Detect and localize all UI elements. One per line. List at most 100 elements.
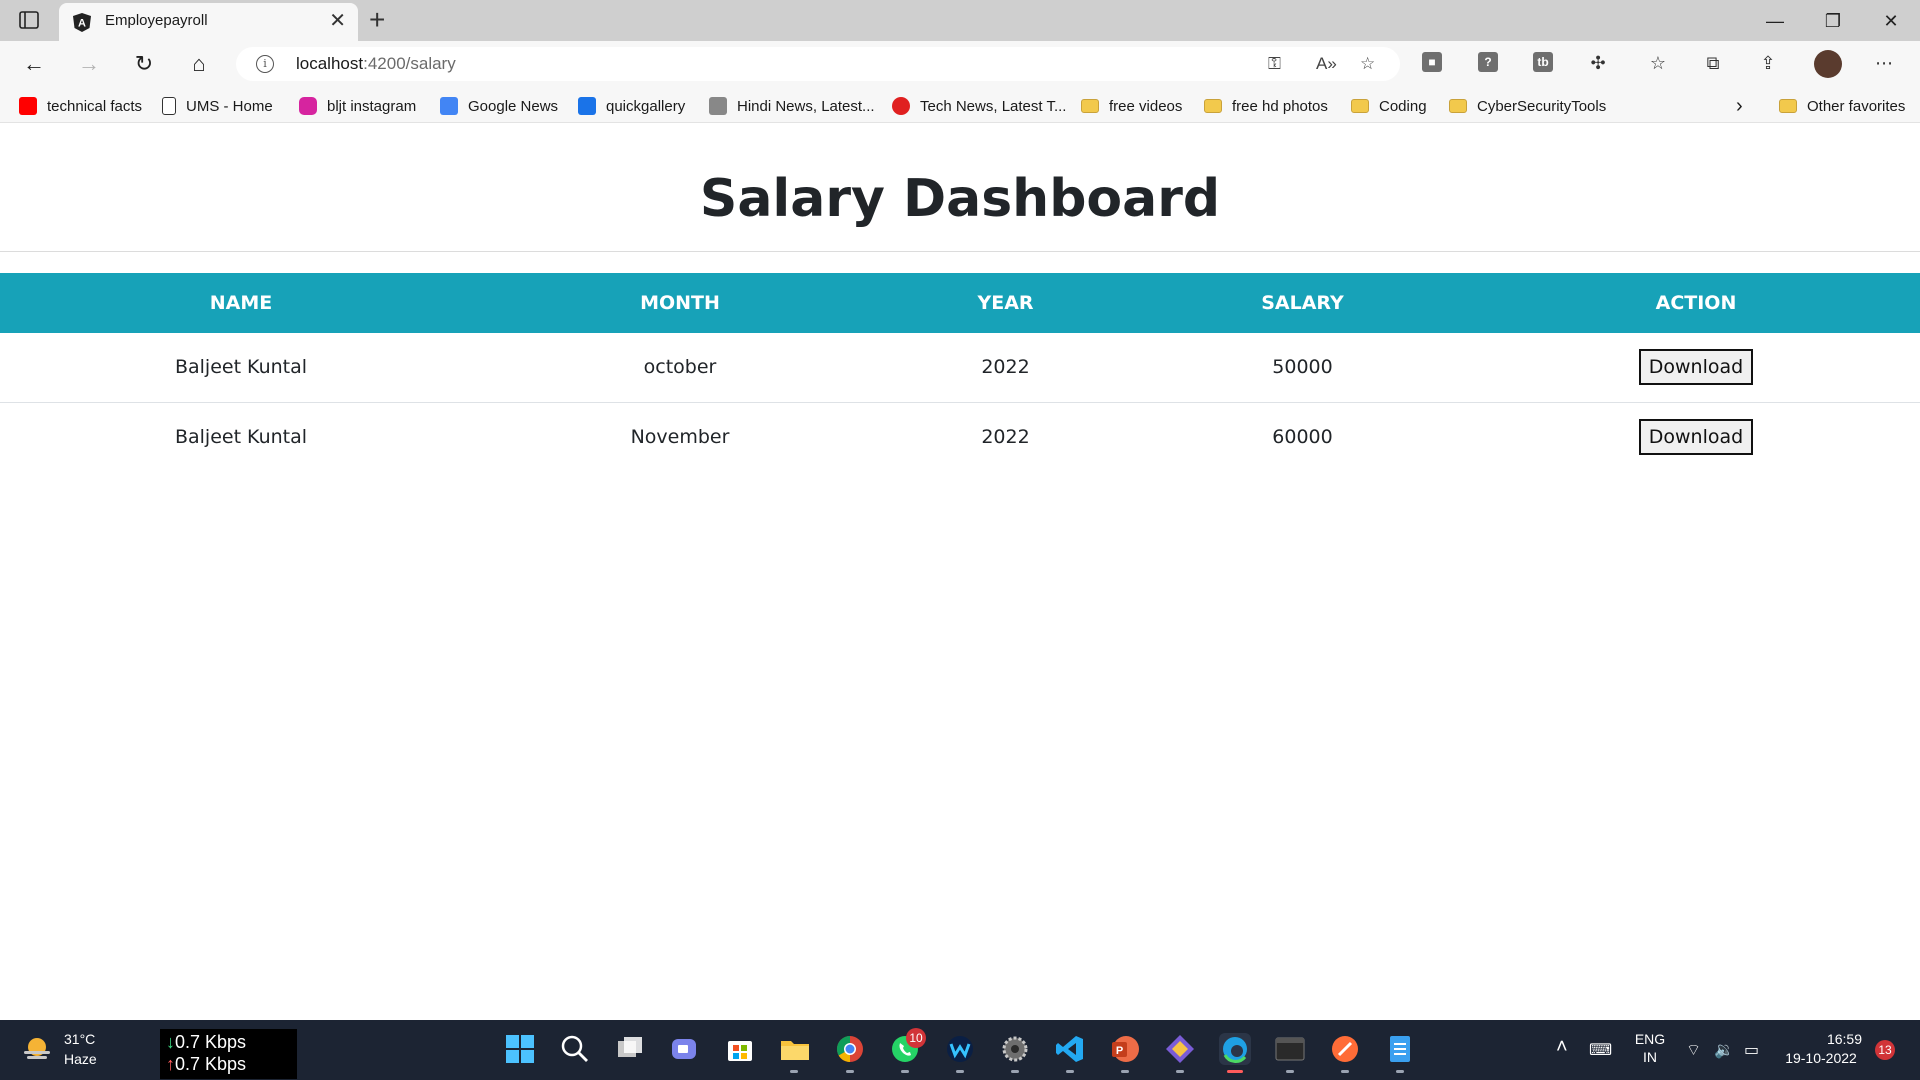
favorite-item[interactable]: Tech News, Latest T... <box>892 96 1066 116</box>
weather-description: Haze <box>64 1051 97 1067</box>
favorite-folder[interactable]: Coding <box>1351 96 1427 116</box>
favorite-item[interactable]: quickgallery <box>578 96 685 116</box>
extension-icon[interactable]: ■ <box>1422 52 1442 72</box>
weather-haze-icon[interactable] <box>22 1036 52 1062</box>
tab-actions-icon[interactable] <box>18 10 42 30</box>
folder-icon <box>1779 99 1797 113</box>
settings-gear-icon[interactable] <box>999 1033 1031 1065</box>
search-icon[interactable] <box>559 1033 591 1065</box>
url-text: localhost:4200/salary <box>296 54 456 73</box>
favorite-item[interactable]: Google News <box>440 96 558 116</box>
cell-year: 2022 <box>981 425 1030 448</box>
column-header-year: YEAR <box>878 273 1133 333</box>
favorite-folder[interactable]: free hd photos <box>1204 96 1328 116</box>
cell-salary: 50000 <box>1133 333 1472 403</box>
read-aloud-icon[interactable]: A» <box>1316 54 1337 74</box>
notepad-icon[interactable] <box>1384 1033 1416 1065</box>
file-explorer-icon[interactable] <box>779 1033 811 1065</box>
show-hidden-icons-chevron-icon[interactable]: ˄ <box>1556 1036 1568 1059</box>
clock-time: 16:59 <box>1826 1031 1862 1047</box>
forward-icon[interactable]: → <box>73 49 105 79</box>
site-info-icon[interactable]: i <box>256 55 274 73</box>
salary-table: NAME MONTH YEAR SALARY ACTION Baljeet Ku… <box>0 273 1920 471</box>
taskbar: 31°C Haze ↓0.7 Kbps ↑0.7 Kbps 10 P ˄ ⌨ E… <box>0 1020 1920 1080</box>
cell-name: Baljeet Kuntal <box>0 333 482 403</box>
home-icon[interactable]: ⌂ <box>183 49 215 79</box>
camera-icon <box>578 97 596 115</box>
instagram-icon <box>299 97 317 115</box>
postman-icon[interactable] <box>1329 1033 1361 1065</box>
download-button[interactable]: Download <box>1638 418 1754 455</box>
favorite-item[interactable]: bljt instagram <box>299 96 416 116</box>
clock[interactable]: 16:59 19-10-2022 <box>1780 1031 1862 1066</box>
network-speed-widget: ↓0.7 Kbps ↑0.7 Kbps <box>160 1029 297 1079</box>
microsoft-store-icon[interactable] <box>724 1033 756 1065</box>
column-header-salary: SALARY <box>1133 273 1472 333</box>
upload-arrow-icon: ↑ <box>166 1054 175 1074</box>
weather-temperature: 31°C <box>64 1031 96 1047</box>
help-extension-icon[interactable]: ? <box>1478 52 1498 72</box>
divider <box>0 251 1920 252</box>
running-indicator <box>1396 1070 1404 1073</box>
terminal-icon[interactable] <box>1274 1033 1306 1065</box>
windows-start-icon[interactable] <box>504 1033 536 1065</box>
favorite-item[interactable]: technical facts <box>19 96 142 116</box>
favorites-overflow-icon[interactable]: › <box>1736 95 1743 117</box>
keyboard-icon[interactable]: ⌨ <box>1589 1040 1612 1060</box>
more-menu-icon[interactable]: ⋯ <box>1872 51 1896 75</box>
snipping-tool-icon[interactable] <box>1164 1033 1196 1065</box>
edge-icon[interactable] <box>1219 1033 1251 1065</box>
tab-close-icon[interactable]: ✕ <box>329 11 346 31</box>
column-header-action: ACTION <box>1472 273 1920 333</box>
close-window-icon[interactable]: ✕ <box>1868 6 1914 36</box>
table-row: Baljeet Kuntal November 2022 60000 Downl… <box>0 402 1920 471</box>
favorite-item[interactable]: Hindi News, Latest... <box>709 96 875 116</box>
address-bar-row: ← → ↻ ⌂ i localhost:4200/salary ⚿ A» ☆ ■… <box>0 41 1920 87</box>
volume-icon[interactable]: 🔉 <box>1714 1040 1734 1060</box>
language-indicator[interactable]: ENG IN <box>1632 1031 1668 1065</box>
running-indicator <box>1286 1070 1294 1073</box>
net-up-speed: 0.7 Kbps <box>175 1054 247 1074</box>
angular-icon: A <box>73 13 91 32</box>
browser-tab-active[interactable]: A Employepayroll ✕ <box>59 3 358 41</box>
notification-count-badge[interactable]: 13 <box>1875 1040 1895 1060</box>
vscode-icon[interactable] <box>1054 1033 1086 1065</box>
key-icon[interactable]: ⚿ <box>1268 54 1281 74</box>
cell-name: Baljeet Kuntal <box>174 425 308 448</box>
minimize-icon[interactable]: — <box>1752 6 1798 36</box>
running-indicator <box>846 1070 854 1073</box>
restore-icon[interactable]: ❐ <box>1810 6 1856 36</box>
profile-avatar[interactable] <box>1814 50 1842 78</box>
table-header-row: NAME MONTH YEAR SALARY ACTION <box>0 273 1920 333</box>
powerpoint-icon[interactable]: P <box>1109 1033 1141 1065</box>
favorite-folder[interactable]: CyberSecurityTools <box>1449 96 1606 116</box>
tb-extension-icon[interactable]: tb <box>1533 52 1553 72</box>
url-input[interactable]: i localhost:4200/salary ⚿ A» ☆ <box>236 47 1400 81</box>
refresh-icon[interactable]: ↻ <box>128 49 160 79</box>
cell-year: 2022 <box>878 333 1133 403</box>
cell-action: Download <box>1472 333 1920 403</box>
wifi-icon[interactable]: ⌔ <box>1686 1040 1701 1060</box>
teams-chat-icon[interactable] <box>669 1033 701 1065</box>
back-icon[interactable]: ← <box>18 49 50 79</box>
favorite-item[interactable]: UMS - Home <box>162 96 273 116</box>
share-icon[interactable]: ⇪ <box>1756 51 1780 75</box>
net-down-speed: 0.7 Kbps <box>175 1032 247 1052</box>
folder-icon <box>1204 99 1222 113</box>
column-header-name: NAME <box>0 273 482 333</box>
collections-icon[interactable]: ⧉ <box>1701 51 1725 75</box>
extensions-puzzle-icon[interactable]: ✣ <box>1586 51 1610 75</box>
new-tab-icon[interactable]: + <box>369 6 385 34</box>
chrome-icon[interactable] <box>834 1033 866 1065</box>
running-indicator <box>1066 1070 1074 1073</box>
battery-icon[interactable]: ▭ <box>1744 1040 1759 1060</box>
webex-icon[interactable] <box>944 1033 976 1065</box>
task-view-icon[interactable] <box>614 1033 646 1065</box>
other-favorites[interactable]: Other favorites <box>1779 96 1905 116</box>
favorites-icon[interactable]: ☆ <box>1646 51 1670 75</box>
download-button[interactable]: Download <box>1638 349 1754 386</box>
running-indicator <box>1121 1070 1129 1073</box>
favorite-folder[interactable]: free videos <box>1081 96 1182 116</box>
clock-date: 19-10-2022 <box>1785 1050 1857 1066</box>
add-favorite-icon[interactable]: ☆ <box>1360 54 1375 74</box>
